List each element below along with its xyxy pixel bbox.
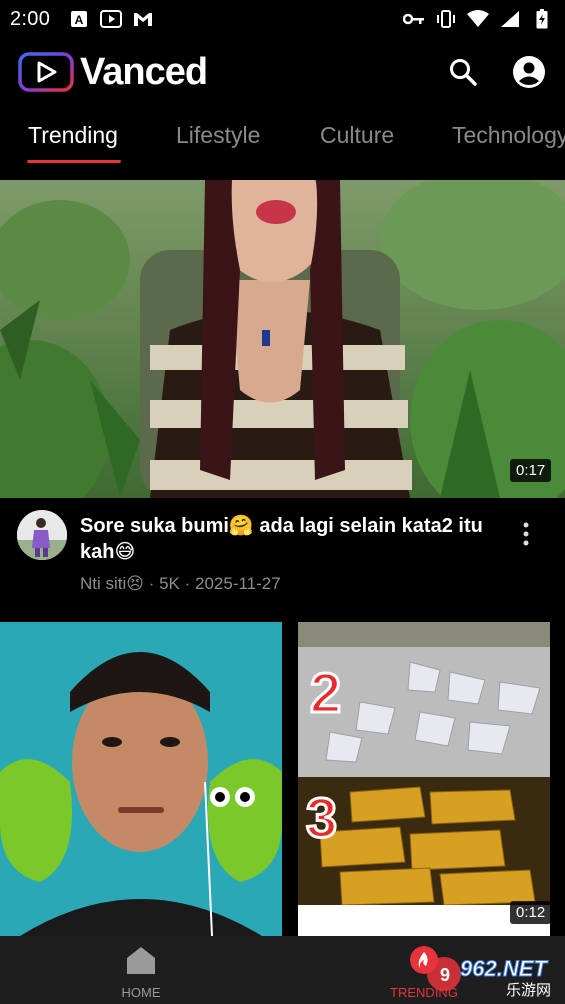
home-icon (125, 944, 157, 981)
thumb-number-3: 3 (306, 786, 337, 849)
channel-avatar[interactable] (17, 510, 67, 560)
svg-text:乐游网: 乐游网 (506, 981, 551, 998)
status-time: 2:00 (10, 7, 51, 30)
svg-text:962.NET: 962.NET (460, 956, 548, 981)
more-options-icon[interactable] (512, 516, 540, 552)
category-tabs: Trending Lifestyle Culture Technology (0, 108, 565, 166)
app-bar: Vanced (0, 38, 565, 106)
svg-text:A: A (75, 13, 84, 27)
video-duration-2: 0:12 (510, 901, 552, 924)
status-bar: 2:00 A (0, 0, 565, 38)
site-watermark-logo: 9 962.NET 乐游网 (426, 950, 560, 999)
tab-lifestyle[interactable]: Lifestyle (176, 122, 260, 149)
search-icon[interactable] (445, 54, 481, 90)
nav-home-label: HOME (121, 985, 161, 1000)
video-info[interactable]: Sore suka bumi🤗 ada lagi selain kata2 it… (0, 498, 565, 620)
tab-culture[interactable]: Culture (320, 122, 394, 149)
vpn-key-icon (403, 9, 425, 29)
svg-text:9: 9 (440, 965, 450, 985)
a-notification-icon: A (68, 9, 90, 29)
video-subtitle: Nti siti😣 · 5K · 2025-11-27 (80, 574, 281, 593)
battery-charging-icon (531, 9, 553, 29)
video-thumbnail[interactable]: 0:17 (0, 180, 565, 498)
app-title: Vanced (80, 50, 208, 93)
tab-indicator (27, 160, 121, 163)
video-duration: 0:17 (510, 459, 552, 482)
wifi-icon (467, 9, 489, 29)
account-icon[interactable] (511, 54, 547, 90)
gmail-notification-icon (132, 9, 154, 29)
thumb-number-2: 2 (310, 661, 341, 724)
tab-trending[interactable]: Trending (28, 122, 118, 149)
vibrate-icon (435, 9, 457, 29)
tab-technology[interactable]: Technology (452, 122, 565, 149)
nav-home[interactable]: HOME (61, 936, 221, 1004)
video-title[interactable]: Sore suka bumi🤗 ada lagi selain kata2 it… (80, 513, 490, 565)
video-thumbnail-2[interactable]: 2 3 0:12 (0, 622, 565, 936)
signal-icon (499, 9, 521, 29)
vanced-logo-icon (18, 52, 74, 92)
youtube-notification-icon (100, 9, 123, 29)
